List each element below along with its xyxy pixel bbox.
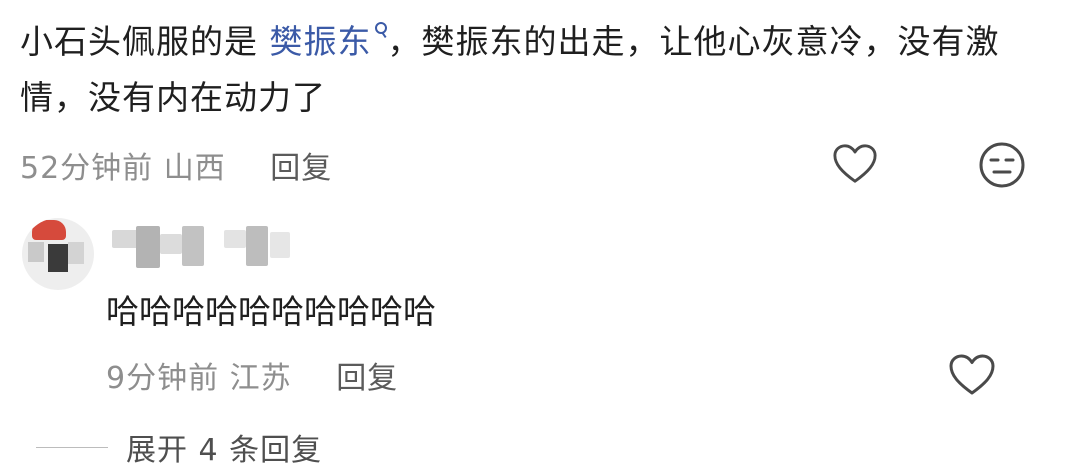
avatar[interactable]: [22, 218, 94, 290]
reply-time: 9分钟前: [106, 361, 220, 396]
topic-link[interactable]: 樊振东: [270, 22, 388, 61]
comment-reply-button[interactable]: 回复: [270, 151, 332, 186]
expand-replies-button[interactable]: 展开 4 条回复: [36, 422, 322, 472]
comment-text-start: 小石头佩服的是: [20, 22, 270, 61]
comment-meta: 52分钟前 山西 回复: [20, 143, 332, 187]
reply-meta: 9分钟前 江苏 回复: [106, 353, 398, 397]
comment-time: 52分钟前: [20, 151, 154, 186]
reply-text: 哈哈哈哈哈哈哈哈哈哈: [106, 292, 436, 331]
comment-location: 山西: [163, 151, 226, 186]
reply-reply-button[interactable]: 回复: [336, 361, 398, 396]
neutral-face-icon[interactable]: [978, 141, 1026, 189]
comment-text: 小石头佩服的是 樊振东 ，樊振东的出走，让他心灰意冷，没有激情，没有内在动力了: [20, 14, 1030, 126]
username-blurred[interactable]: [112, 226, 312, 268]
expand-replies-label: 展开 4 条回复: [126, 433, 323, 468]
reply-location: 江苏: [229, 361, 292, 396]
heart-outline-icon[interactable]: [948, 353, 996, 397]
search-icon: [374, 22, 388, 44]
divider-line: [36, 446, 108, 448]
heart-outline-icon[interactable]: [832, 142, 878, 186]
topic-link-label: 樊振东: [269, 22, 372, 61]
